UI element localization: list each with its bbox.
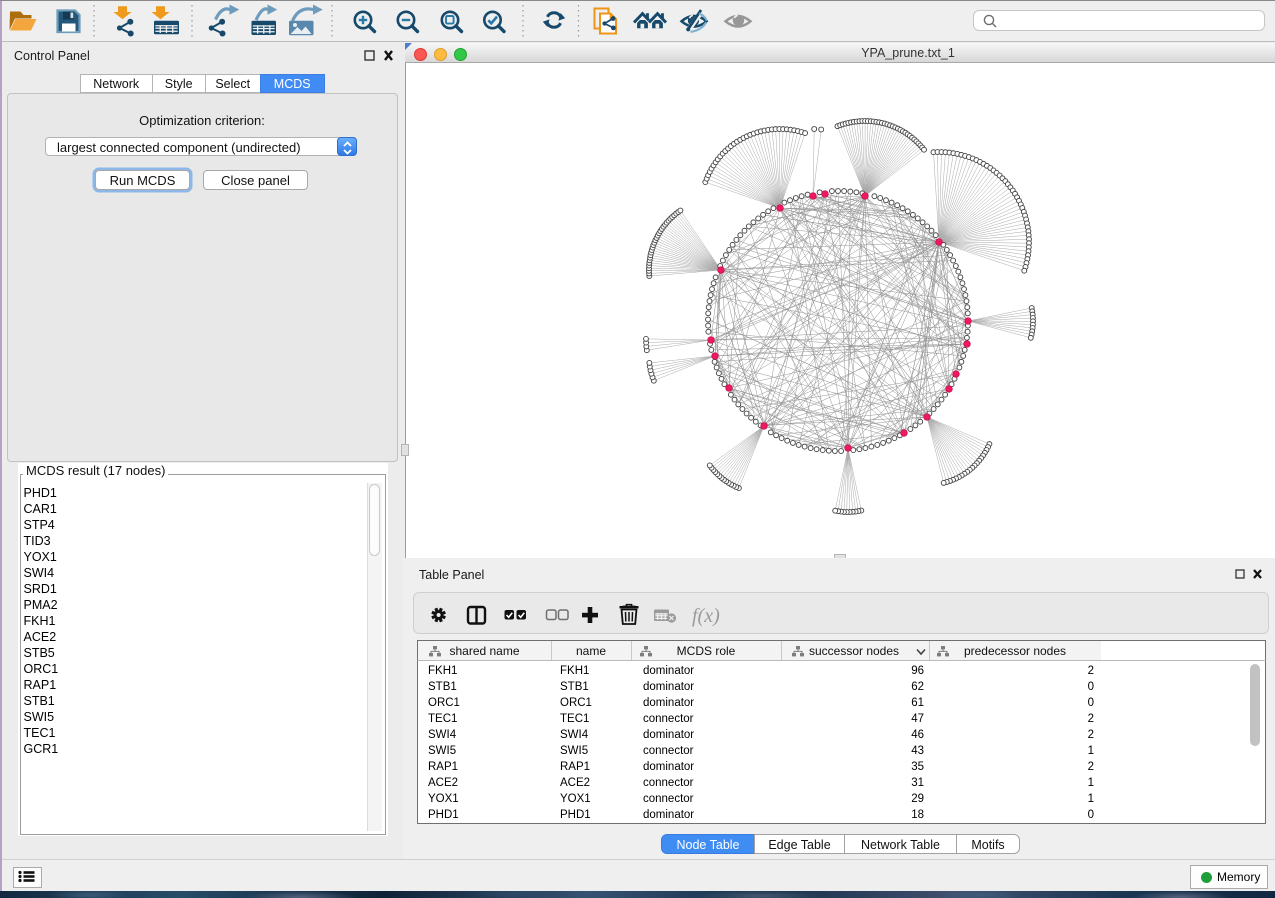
- svg-text:f(x): f(x): [692, 605, 720, 627]
